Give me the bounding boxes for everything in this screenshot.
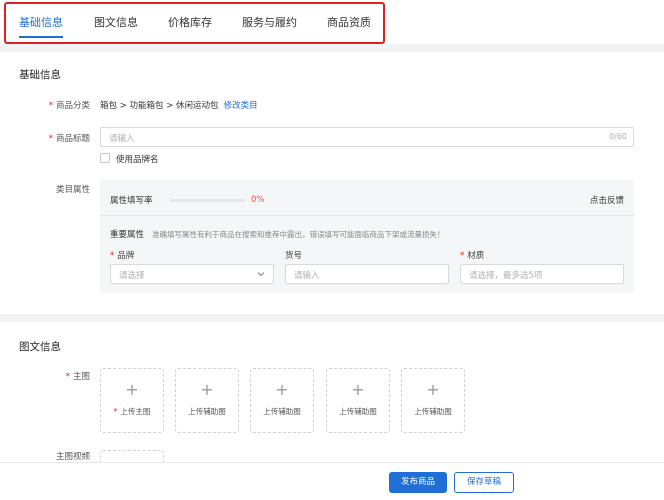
brand-field-label: * 品牌 [110,251,135,261]
upload-main-video[interactable] [100,450,164,462]
plus-icon: + [125,380,139,399]
active-tab-indicator [19,36,63,38]
save-draft-button[interactable]: 保存草稿 [454,472,514,493]
plus-icon: + [426,380,440,399]
use-brand-checkbox[interactable] [100,153,110,163]
plus-icon: + [275,380,289,399]
important-attributes-title: 重要属性 [110,230,145,240]
title-input[interactable]: 请输入 0/60 [100,127,634,147]
upload-aux-image-2[interactable]: + 上传辅助图 [250,368,314,433]
image-text-section-title: 图文信息 [19,341,61,353]
fill-rate-label: 属性填写率 [110,196,153,206]
use-brand-label: 使用品牌名 [116,155,159,165]
important-attributes-note: 准确填写属性有利于商品在搜索和推荐中露出，错误填写可能面临商品下架或流量损失！ [152,230,445,239]
category-value-row: 箱包 > 功能箱包 > 休闲运动包 修改类目 [100,99,258,111]
plus-icon: + [351,380,365,399]
chevron-down-icon [257,272,265,277]
item-number-input[interactable]: 请输入 [285,264,449,284]
upload-aux-image-label: 上传辅助图 [263,407,301,416]
category-label: * 商品分类 [48,101,90,111]
fill-rate-progress-bar [170,199,245,202]
item-number-placeholder: 请输入 [294,271,320,281]
upload-aux-image-label: 上传辅助图 [339,407,377,416]
material-select[interactable]: 请选择，最多选5项 [460,264,624,284]
tab-service-fulfillment[interactable]: 服务与履约 [242,14,297,30]
brand-select-placeholder: 请选择 [119,271,145,281]
tab-product-qualification[interactable]: 商品资质 [327,14,371,30]
upload-aux-image-label: 上传辅助图 [188,407,226,416]
tab-bar: 基础信息 图文信息 价格库存 服务与履约 商品资质 [0,0,664,44]
title-placeholder: 请输入 [109,134,135,144]
title-char-counter: 0/60 [609,132,627,141]
edit-category-link[interactable]: 修改类目 [224,101,258,111]
upload-main-image-label: * 上传主图 [113,407,151,416]
tab-basic-info[interactable]: 基础信息 [19,14,63,30]
plus-icon: + [200,380,214,399]
upload-aux-image-3[interactable]: + 上传辅助图 [326,368,390,433]
tab-price-stock[interactable]: 价格库存 [168,14,212,30]
item-number-field-label: 货号 [285,251,303,261]
title-label: * 商品标题 [48,134,90,144]
tab-image-text-info[interactable]: 图文信息 [94,14,138,30]
category-path: 箱包 > 功能箱包 > 休闲运动包 [100,101,219,111]
publish-button[interactable]: 发布商品 [389,472,447,493]
attributes-panel: 属性填写率 0% 点击反馈 重要属性 准确填写属性有利于商品在搜索和推荐中露出，… [100,180,634,293]
main-video-label: 主图视频 [55,452,90,462]
upload-aux-image-label: 上传辅助图 [414,407,452,416]
feedback-link[interactable]: 点击反馈 [590,194,624,206]
upload-aux-image-4[interactable]: + 上传辅助图 [401,368,465,433]
fill-rate-row: 属性填写率 0% 点击反馈 [100,180,634,216]
brand-select[interactable]: 请选择 [110,264,274,284]
material-select-placeholder: 请选择，最多选5项 [469,271,543,281]
basic-info-section-title: 基础信息 [19,69,61,81]
main-image-label: * 主图 [65,372,90,382]
footer-action-bar: 发布商品 保存草稿 [0,462,664,500]
fill-rate-percent: 0% [251,195,265,205]
upload-aux-image-1[interactable]: + 上传辅助图 [175,368,239,433]
attributes-label: 类目属性 [55,185,90,195]
material-field-label: * 材质 [460,251,485,261]
upload-main-image[interactable]: + * 上传主图 [100,368,164,433]
